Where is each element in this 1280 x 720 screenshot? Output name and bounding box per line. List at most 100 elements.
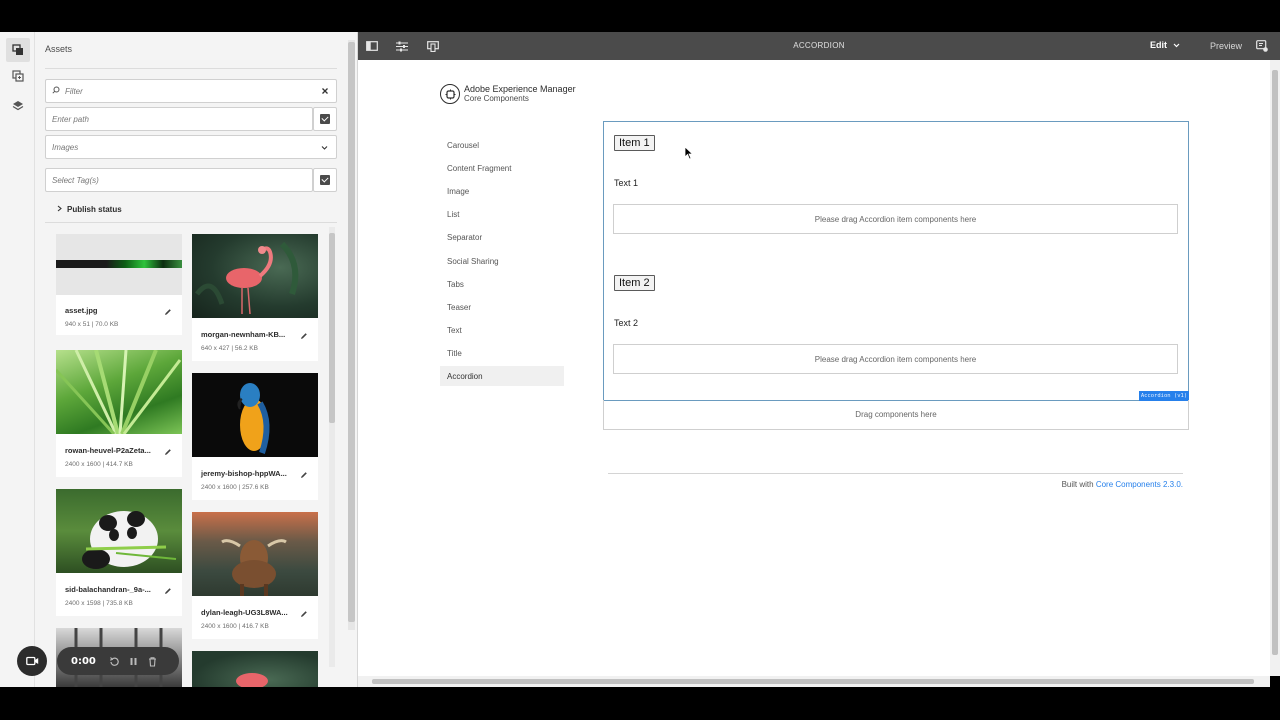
asset-name: dylan-leagh-UG3L8WA... bbox=[201, 608, 288, 617]
filter-placeholder: Filter bbox=[65, 86, 83, 96]
check-icon bbox=[320, 175, 330, 185]
nav-item-text[interactable]: Text bbox=[440, 320, 564, 340]
nav-item-social-sharing[interactable]: Social Sharing bbox=[440, 251, 564, 271]
nav-item-separator[interactable]: Separator bbox=[440, 227, 564, 247]
edit-icon[interactable] bbox=[300, 471, 308, 479]
edit-icon[interactable] bbox=[164, 587, 172, 595]
flamingo-image bbox=[195, 241, 299, 315]
edit-icon[interactable] bbox=[300, 332, 308, 340]
asset-meta: 2400 x 1598 | 735.8 KB bbox=[65, 600, 133, 607]
nav-item-list[interactable]: List bbox=[440, 204, 564, 224]
components-icon[interactable] bbox=[6, 64, 30, 88]
asset-thumbnail bbox=[56, 489, 182, 573]
asset-card[interactable]: sid-balachandran-_9a-... 2400 x 1598 | 7… bbox=[56, 489, 182, 616]
editor-toolbar: ACCORDION Edit Preview bbox=[358, 32, 1280, 60]
asset-thumbnail bbox=[56, 234, 182, 295]
annotations-icon[interactable] bbox=[1254, 38, 1270, 54]
asset-meta: 2400 x 1600 | 414.7 KB bbox=[65, 461, 133, 468]
logo-subtitle: Core Components bbox=[464, 94, 529, 103]
accordion-item-text: Text 2 bbox=[614, 318, 639, 328]
asset-meta: 2400 x 1600 | 416.7 KB bbox=[201, 623, 269, 630]
tags-field[interactable]: Select Tag(s) bbox=[45, 168, 313, 192]
type-select[interactable]: Images bbox=[45, 135, 337, 159]
asset-name: rowan-heuvel-P2aZeta... bbox=[65, 446, 151, 455]
page-canvas: Adobe Experience Manager Core Components… bbox=[358, 60, 1270, 676]
core-components-link[interactable]: Core Components 2.3.0. bbox=[1096, 480, 1183, 489]
nav-item-carousel[interactable]: Carousel bbox=[440, 135, 564, 155]
nav-item-tabs[interactable]: Tabs bbox=[440, 274, 564, 294]
preview-button[interactable]: Preview bbox=[1210, 41, 1242, 51]
edit-icon[interactable] bbox=[164, 448, 172, 456]
asset-name: sid-balachandran-_9a-... bbox=[65, 585, 151, 594]
footer-prefix: Built with bbox=[1061, 480, 1096, 489]
aem-logo[interactable]: Adobe Experience Manager Core Components bbox=[440, 84, 576, 104]
nav-item-image[interactable]: Image bbox=[440, 181, 564, 201]
chevron-down-icon bbox=[321, 144, 328, 153]
side-rail bbox=[0, 32, 35, 687]
asset-card[interactable]: jeremy-bishop-hppWA... 2400 x 1600 | 257… bbox=[192, 373, 318, 500]
content-tree-icon[interactable] bbox=[6, 94, 30, 118]
accordion-item-button[interactable]: Item 1 bbox=[614, 135, 655, 151]
panel-scrollbar[interactable] bbox=[348, 40, 355, 630]
nav-item-title[interactable]: Title bbox=[440, 343, 564, 363]
divider bbox=[45, 68, 337, 69]
asset-card[interactable]: rowan-heuvel-P2aZeta... 2400 x 1600 | 41… bbox=[56, 350, 182, 477]
asset-card[interactable]: asset.jpg 940 x 51 | 70.0 KB bbox=[56, 234, 182, 335]
page-title: ACCORDION bbox=[793, 41, 845, 50]
nav-item-teaser[interactable]: Teaser bbox=[440, 297, 564, 317]
accordion-item-dropzone[interactable]: Please drag Accordion item components he… bbox=[613, 204, 1178, 234]
panda-image bbox=[82, 511, 177, 569]
chevron-down-icon bbox=[1173, 43, 1180, 47]
mouse-cursor-icon bbox=[684, 146, 694, 160]
filter-field[interactable]: Filter bbox=[45, 79, 337, 103]
page-dropzone[interactable]: Drag components here bbox=[603, 400, 1189, 430]
panel-title: Assets bbox=[45, 44, 73, 54]
asset-thumbnail bbox=[192, 234, 318, 318]
search-icon bbox=[52, 86, 60, 96]
edit-mode-label: Edit bbox=[1150, 40, 1167, 50]
divider bbox=[45, 222, 337, 223]
accordion-item-text: Text 1 bbox=[614, 178, 639, 188]
footer: Built with Core Components 2.3.0. bbox=[1062, 480, 1183, 489]
asset-card[interactable] bbox=[192, 651, 318, 687]
path-confirm-button[interactable] bbox=[313, 107, 337, 131]
path-placeholder: Enter path bbox=[52, 114, 89, 124]
tags-placeholder: Select Tag(s) bbox=[52, 175, 99, 185]
asset-name: morgan-newnham-KB... bbox=[201, 330, 286, 339]
assets-panel: Assets Filter Enter path Images Select T… bbox=[35, 32, 358, 687]
asset-card[interactable]: dylan-leagh-UG3L8WA... 2400 x 1600 | 416… bbox=[192, 512, 318, 639]
recorder-controls: 0:00 bbox=[57, 647, 179, 675]
accordion-item-button[interactable]: Item 2 bbox=[614, 275, 655, 291]
nav-item-accordion[interactable]: Accordion bbox=[440, 366, 564, 386]
parrot-image bbox=[237, 383, 270, 454]
logo-title: Adobe Experience Manager bbox=[464, 84, 576, 94]
accordion-item-dropzone[interactable]: Please drag Accordion item components he… bbox=[613, 344, 1178, 374]
video-camera-icon bbox=[25, 656, 38, 666]
asset-thumbnail bbox=[56, 350, 182, 434]
aem-editor-window: Assets Filter Enter path Images Select T… bbox=[0, 0, 1280, 720]
edit-icon[interactable] bbox=[164, 308, 172, 316]
canvas-horizontal-scrollbar[interactable] bbox=[358, 676, 1270, 687]
aem-logo-icon bbox=[440, 84, 460, 104]
camera-button[interactable] bbox=[17, 646, 47, 676]
clear-icon[interactable] bbox=[321, 87, 329, 97]
trash-icon[interactable] bbox=[147, 656, 158, 667]
assets-icon[interactable] bbox=[6, 38, 30, 62]
canvas-vertical-scrollbar[interactable] bbox=[1270, 60, 1280, 676]
assets-scrollbar[interactable] bbox=[329, 227, 335, 667]
nav-item-content-fragment[interactable]: Content Fragment bbox=[440, 158, 564, 178]
pause-icon[interactable] bbox=[128, 656, 139, 667]
asset-name: asset.jpg bbox=[65, 306, 98, 315]
leaves-image bbox=[56, 350, 182, 434]
mode-selector[interactable]: Edit bbox=[1150, 40, 1180, 50]
asset-thumbnail bbox=[192, 373, 318, 457]
asset-name: jeremy-bishop-hppWA... bbox=[201, 469, 287, 478]
asset-card[interactable]: morgan-newnham-KB... 640 x 427 | 56.2 KB bbox=[192, 234, 318, 361]
footer-divider bbox=[608, 473, 1183, 474]
accordion-component[interactable]: Item 1 Text 1 Please drag Accordion item… bbox=[603, 121, 1189, 401]
restart-icon[interactable] bbox=[109, 656, 120, 667]
tags-confirm-button[interactable] bbox=[313, 168, 337, 192]
edit-icon[interactable] bbox=[300, 610, 308, 618]
path-field[interactable]: Enter path bbox=[45, 107, 313, 131]
publish-status-toggle[interactable]: Publish status bbox=[57, 205, 122, 214]
